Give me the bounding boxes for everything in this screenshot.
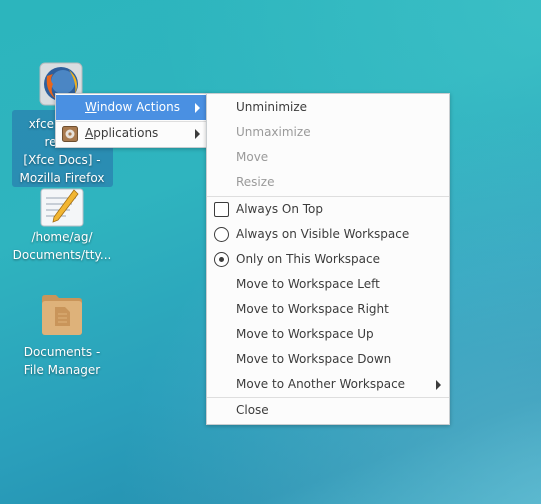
submenu-arrow-icon — [436, 380, 441, 390]
menu-item-label: Unminimize — [236, 100, 308, 114]
submenu-arrow-icon — [195, 103, 200, 113]
mnemonic: W — [85, 100, 97, 114]
desktop-icon-label: Mozilla Firefox — [19, 171, 105, 185]
menu-item-move: Move — [207, 145, 449, 170]
menu-item-label: Always on Visible Workspace — [236, 227, 410, 241]
window-actions-menu: Unminimize Unmaximize Move Resize Always… — [206, 93, 450, 425]
menu-item-move-workspace-left[interactable]: Move to Workspace Left — [207, 272, 449, 297]
menu-item-window-actions[interactable]: Window Actions — [56, 95, 208, 120]
desktop-icon-label: Documents - — [23, 345, 101, 359]
radio-icon[interactable] — [214, 227, 229, 242]
menu-item-label: Move to Workspace Left — [236, 277, 380, 291]
menu-item-label: Only on This Workspace — [236, 252, 380, 266]
menu-item-label: Move to Workspace Right — [236, 302, 389, 316]
menu-item-move-workspace-down[interactable]: Move to Workspace Down — [207, 347, 449, 372]
menu-item-label: Resize — [236, 175, 275, 189]
menu-item-move-workspace-right[interactable]: Move to Workspace Right — [207, 297, 449, 322]
menu-item-applications[interactable]: Applications — [56, 121, 208, 146]
menu-item-label: Applications — [85, 121, 158, 146]
label-rest: indow Actions — [96, 100, 180, 114]
menu-item-label: Close — [236, 403, 269, 417]
mnemonic: A — [85, 126, 94, 140]
checkbox-icon[interactable] — [214, 202, 229, 217]
menu-item-move-to-another-workspace[interactable]: Move to Another Workspace — [207, 372, 449, 397]
desktop-icon-label: File Manager — [23, 363, 101, 377]
menu-item-always-on-top[interactable]: Always On Top — [207, 197, 449, 222]
menu-item-unminimize[interactable]: Unminimize — [207, 95, 449, 120]
folder-icon — [42, 295, 82, 335]
menu-item-move-workspace-up[interactable]: Move to Workspace Up — [207, 322, 449, 347]
applications-icon — [62, 126, 78, 142]
submenu-arrow-icon — [195, 129, 200, 139]
menu-item-label: Always On Top — [236, 202, 323, 216]
menu-item-only-on-this-workspace[interactable]: Only on This Workspace — [207, 247, 449, 272]
menu-item-label: Move to Another Workspace — [236, 377, 406, 391]
menu-item-always-on-visible-workspace[interactable]: Always on Visible Workspace — [207, 222, 449, 247]
desktop-icon-label: /home/ag/ — [31, 230, 93, 244]
menu-item-label: Move to Workspace Up — [236, 327, 374, 341]
desktop-context-menu: Window Actions Applications — [55, 93, 209, 148]
menu-item-label: Unmaximize — [236, 125, 311, 139]
text-editor-icon — [40, 188, 84, 227]
desktop-icon-label: [Xfce Docs] - — [23, 153, 101, 167]
menu-item-resize: Resize — [207, 170, 449, 195]
desktop-icon-label: Documents/tty... — [12, 248, 112, 262]
menu-item-label: Window Actions — [85, 95, 180, 120]
radio-selected-icon[interactable] — [214, 252, 229, 267]
menu-item-label: Move — [236, 150, 269, 164]
menu-item-unmaximize: Unmaximize — [207, 120, 449, 145]
label-rest: pplications — [93, 126, 159, 140]
menu-item-label: Move to Workspace Down — [236, 352, 392, 366]
menu-item-close[interactable]: Close — [207, 398, 449, 423]
